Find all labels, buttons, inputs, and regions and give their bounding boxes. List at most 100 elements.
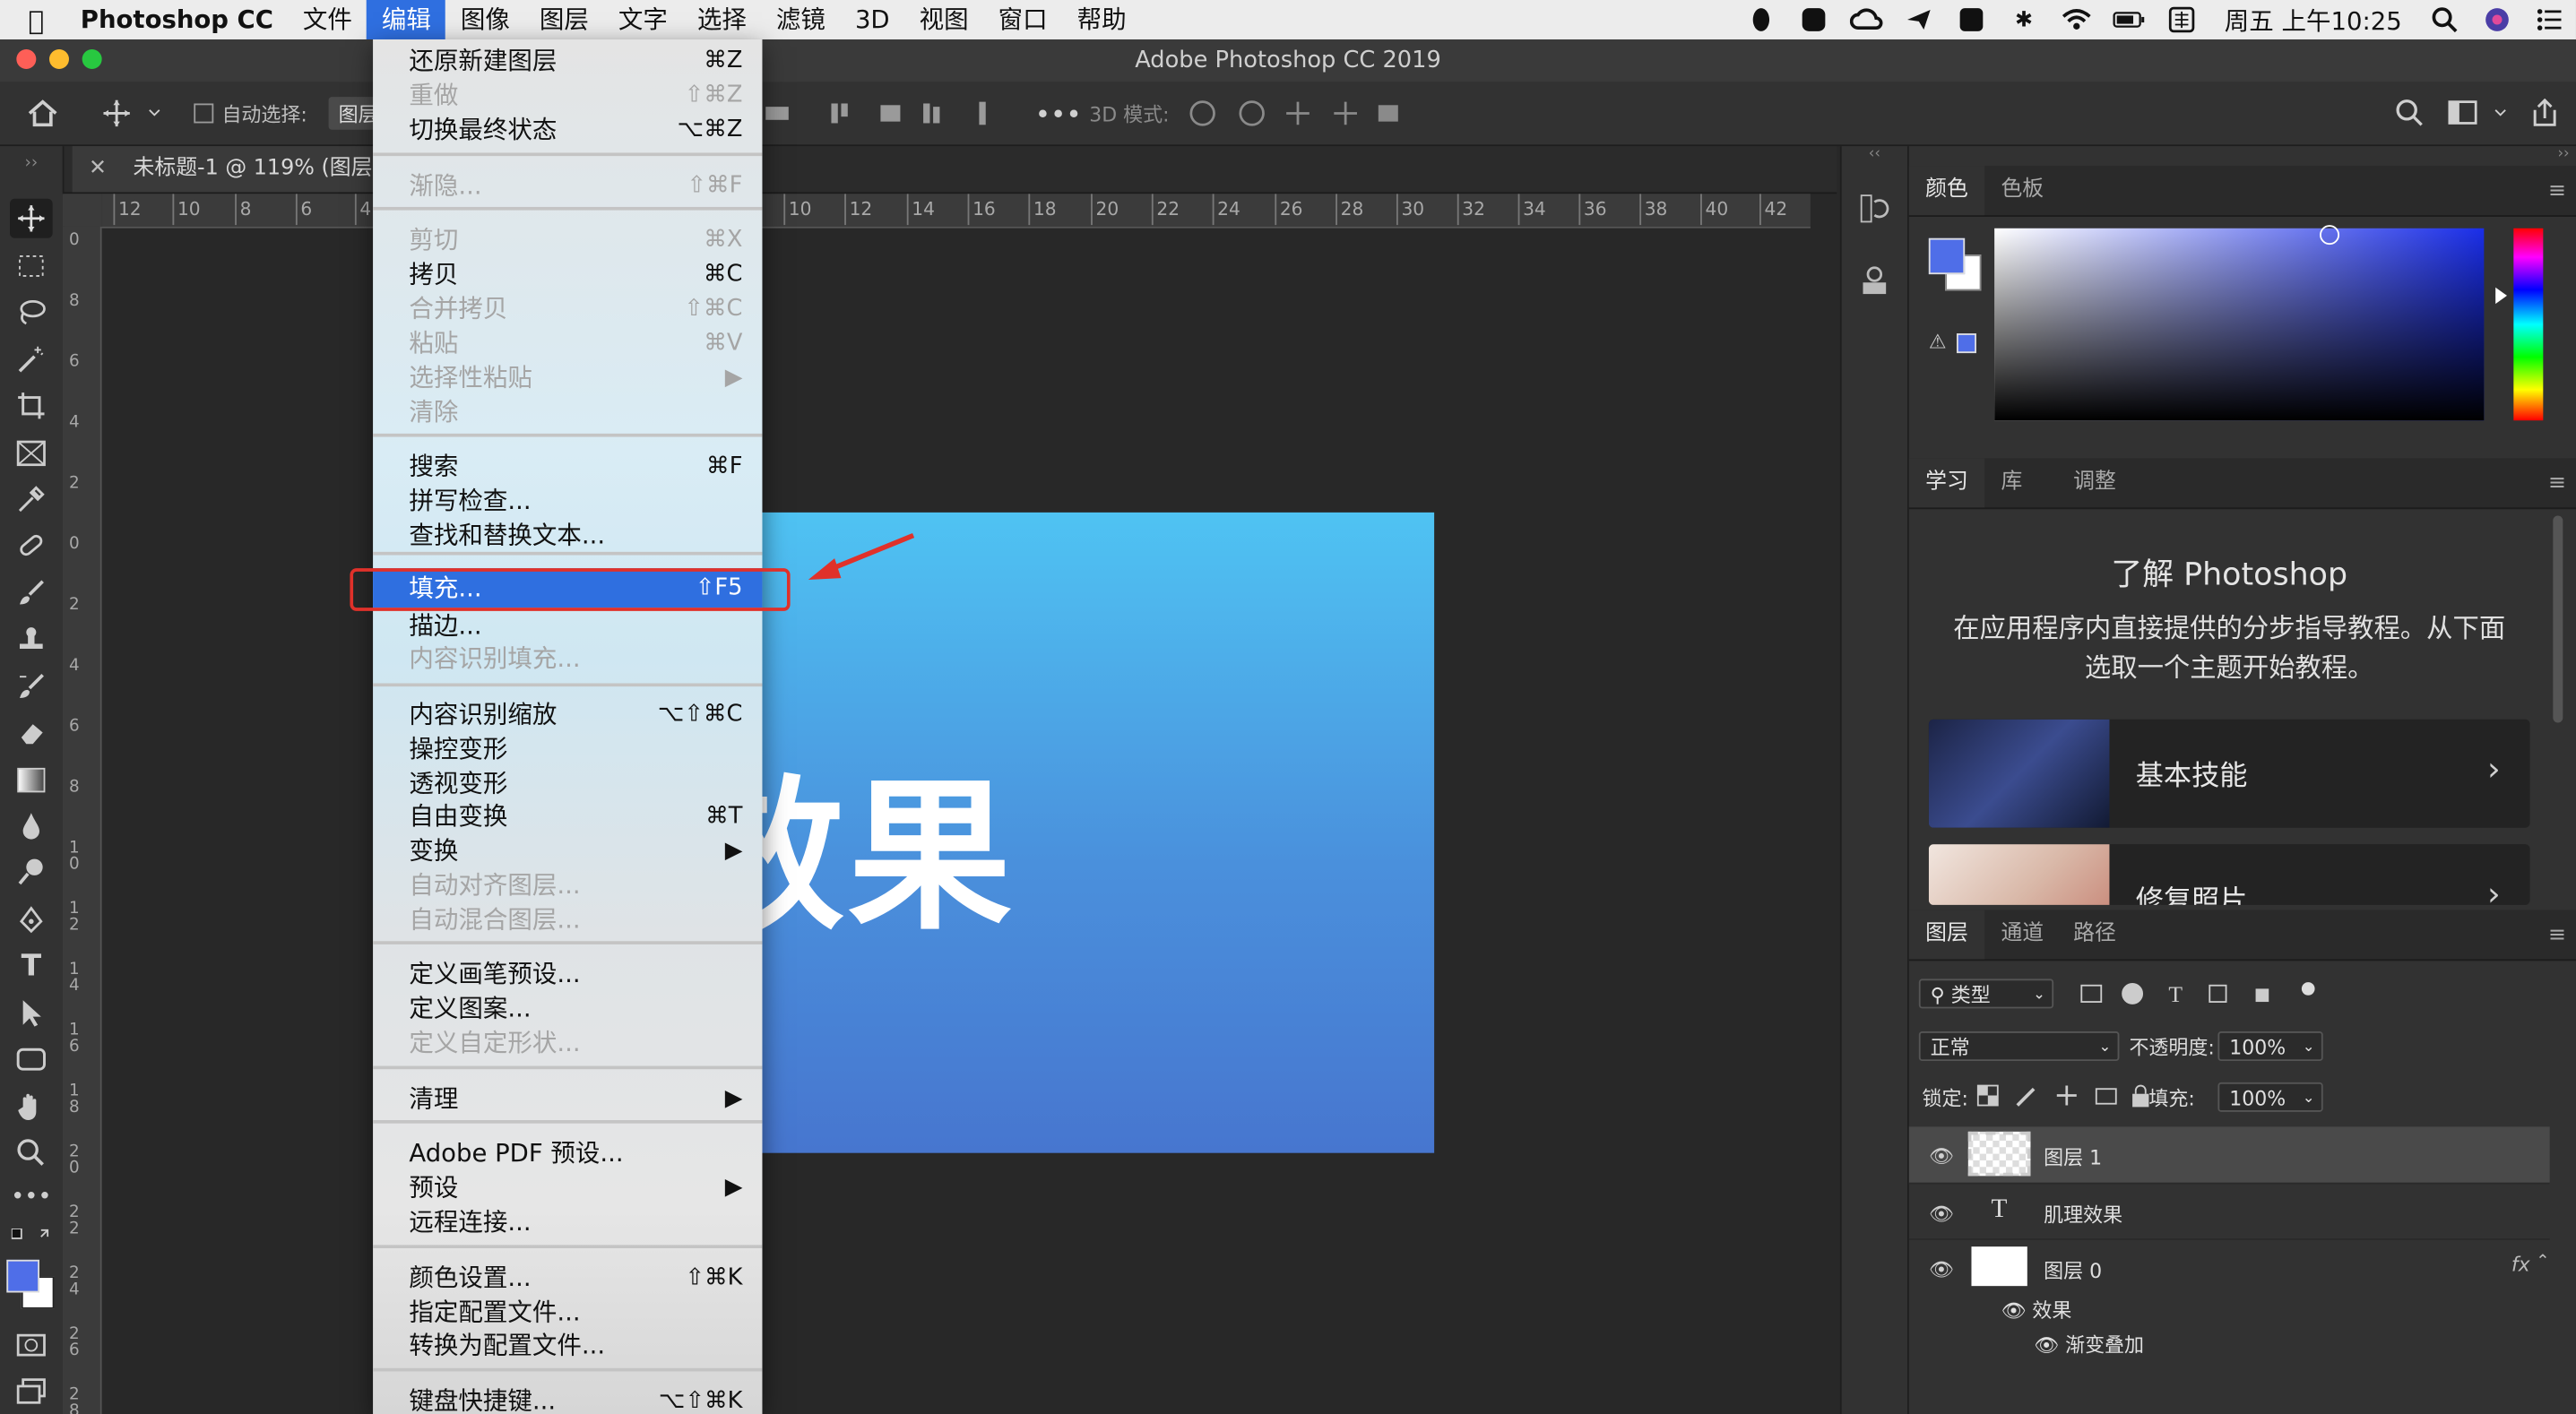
effect-item-row[interactable]: 👁 渐变叠加 bbox=[2034, 1331, 2144, 1358]
path-selection-tool-icon[interactable] bbox=[10, 994, 53, 1033]
menu-item[interactable]: 定义画笔预设... bbox=[373, 958, 762, 992]
eraser-tool-icon[interactable] bbox=[10, 712, 53, 752]
frame-tool-icon[interactable] bbox=[10, 434, 53, 473]
collapse-tools-icon[interactable]: ›› bbox=[10, 152, 53, 172]
3d-tools-icons[interactable] bbox=[1186, 97, 1416, 130]
brush-tool-icon[interactable] bbox=[10, 573, 53, 613]
properties-panel-icon[interactable] bbox=[1858, 264, 1891, 304]
tab-layers[interactable]: 图层 bbox=[1908, 910, 1985, 960]
input-method-icon[interactable] bbox=[2165, 6, 2199, 33]
gradient-tool-icon[interactable] bbox=[10, 761, 53, 800]
tab-libraries[interactable]: 库 bbox=[1984, 458, 2039, 507]
battery-icon[interactable] bbox=[2113, 6, 2146, 32]
blur-tool-icon[interactable] bbox=[10, 806, 53, 846]
menu-item[interactable]: 远程连接... bbox=[373, 1205, 762, 1239]
move-tool-preset-icon[interactable] bbox=[102, 97, 161, 130]
notification-center-icon[interactable] bbox=[2533, 6, 2566, 32]
app-icon[interactable] bbox=[1797, 6, 1830, 32]
menu-item[interactable]: 透视变形 bbox=[373, 767, 762, 801]
fill-field[interactable]: 100% ⌄ bbox=[2217, 1082, 2323, 1112]
eyedropper-tool-icon[interactable] bbox=[10, 479, 53, 519]
menu-item[interactable]: 描边... bbox=[373, 609, 762, 643]
menu-item[interactable]: 还原新建图层 ⌘Z bbox=[373, 44, 762, 78]
layer-row[interactable]: 👁 图层 1 bbox=[1908, 1126, 2550, 1185]
effects-row[interactable]: 👁 效果 bbox=[2001, 1296, 2071, 1323]
menu-item[interactable]: 自由变换 ⌘T bbox=[373, 800, 762, 834]
menu-window[interactable]: 窗口 bbox=[983, 0, 1062, 39]
visibility-eye-icon[interactable]: 👁 bbox=[1929, 1258, 1954, 1281]
chevron-up-icon[interactable]: ⌃ bbox=[2536, 1254, 2549, 1272]
magic-wand-tool-icon[interactable] bbox=[10, 340, 53, 379]
menu-item[interactable]: 拼写检查... bbox=[373, 485, 762, 519]
color-field[interactable] bbox=[1994, 228, 2485, 421]
learn-scrollbar[interactable] bbox=[2553, 515, 2563, 723]
tab-swatches[interactable]: 色板 bbox=[1984, 166, 2060, 215]
menu-item[interactable]: 变换 ▶ bbox=[373, 834, 762, 868]
move-tool-icon[interactable] bbox=[9, 198, 53, 238]
type-tool-icon[interactable]: T bbox=[10, 946, 53, 986]
menu-item[interactable]: 键盘快捷键... ⌥⇧⌘K bbox=[373, 1384, 762, 1414]
menu-item[interactable]: Adobe PDF 预设... bbox=[373, 1136, 762, 1170]
lasso-tool-icon[interactable] bbox=[10, 292, 53, 332]
tab-adjustments[interactable]: 调整 bbox=[2057, 458, 2132, 507]
opacity-field[interactable]: 100% ⌄ bbox=[2217, 1031, 2323, 1062]
share-icon[interactable] bbox=[2530, 97, 2560, 130]
canvas-area[interactable]: 理效果 bbox=[101, 228, 1811, 1414]
auto-select-checkbox[interactable]: 自动选择: bbox=[194, 97, 307, 130]
menu-item[interactable]: 切换最终状态 ⌥⌘Z bbox=[373, 113, 762, 147]
menu-item[interactable]: 拷贝 ⌘C bbox=[373, 258, 762, 292]
collapse-dock-icon[interactable]: ‹‹ bbox=[1842, 146, 1907, 162]
edit-toolbar-icon[interactable]: ••• bbox=[10, 1177, 53, 1217]
foreground-background-colors[interactable] bbox=[4, 1256, 55, 1312]
tab-color[interactable]: 颜色 bbox=[1908, 166, 1985, 216]
crop-tool-icon[interactable] bbox=[10, 386, 53, 426]
zoom-tool-icon[interactable] bbox=[10, 1134, 53, 1173]
tab-learn[interactable]: 学习 bbox=[1908, 458, 1985, 508]
menu-help[interactable]: 帮助 bbox=[1062, 0, 1141, 39]
panel-menu-icon[interactable]: ≡ bbox=[2548, 923, 2566, 947]
menu-item[interactable]: 定义图案... bbox=[373, 992, 762, 1026]
clock[interactable]: 周五 上午10:25 bbox=[2225, 3, 2402, 37]
menu-item[interactable]: 搜索 ⌘F bbox=[373, 450, 762, 484]
collapse-panels-icon[interactable]: ›› bbox=[2557, 146, 2569, 162]
close-tab-icon[interactable]: ✕ bbox=[89, 156, 107, 180]
menu-app-name[interactable]: Photoshop CC bbox=[65, 0, 288, 39]
tab-channels[interactable]: 通道 bbox=[1984, 910, 2060, 959]
layer-name[interactable]: 肌理效果 bbox=[2044, 1201, 2122, 1229]
creative-cloud-icon[interactable] bbox=[1849, 6, 1883, 32]
hue-slider-handle[interactable] bbox=[2495, 287, 2508, 305]
swap-colors-icon[interactable] bbox=[10, 1227, 53, 1246]
home-icon[interactable] bbox=[26, 97, 59, 130]
tab-paths[interactable]: 路径 bbox=[2057, 910, 2132, 959]
pen-tool-icon[interactable] bbox=[10, 900, 53, 939]
healing-brush-tool-icon[interactable] bbox=[10, 526, 53, 565]
workspace-icon[interactable] bbox=[2448, 97, 2513, 130]
layer-filter-dropdown[interactable]: ⚲ 类型 ⌄ bbox=[1918, 979, 2054, 1009]
blend-mode-dropdown[interactable]: 正常 ⌄ bbox=[1918, 1031, 2120, 1062]
menu-filter[interactable]: 滤镜 bbox=[761, 0, 840, 39]
menu-item[interactable]: 颜色设置... ⇧⌘K bbox=[373, 1262, 762, 1296]
horizontal-ruler[interactable]: 12 10 8 6 4 10 12 14 16 18 20 22 24 26 28 30 32 34 36 38 40 4… bbox=[101, 194, 1811, 228]
visibility-eye-icon[interactable]: 👁 bbox=[2034, 1333, 2059, 1357]
vertical-ruler[interactable]: 0 8 6 4 2 0 2 4 6 8 1 0 1 2 1 4 1 6 1 8 2 0 2 2 2 4 2 6 2 8 bbox=[62, 226, 102, 1414]
menu-3d[interactable]: 3D bbox=[840, 0, 904, 39]
sync-icon[interactable] bbox=[1955, 6, 1988, 32]
menu-image[interactable]: 图像 bbox=[445, 0, 524, 39]
menu-item[interactable]: 操控变形 bbox=[373, 732, 762, 766]
tutorial-card[interactable]: 修复照片 › bbox=[1928, 844, 2530, 905]
qq-icon[interactable] bbox=[1745, 6, 1778, 32]
layer-filter-icons[interactable]: T bbox=[2077, 980, 2323, 1013]
wifi-icon[interactable] bbox=[2060, 6, 2093, 32]
visibility-eye-icon[interactable]: 👁 bbox=[1929, 1203, 1954, 1226]
more-options-icon[interactable]: ••• bbox=[1035, 97, 1082, 130]
clone-stamp-tool-icon[interactable] bbox=[10, 619, 53, 659]
marquee-tool-icon[interactable] bbox=[10, 246, 53, 286]
visibility-eye-icon[interactable]: 👁 bbox=[2001, 1299, 2026, 1323]
menu-item[interactable]: 转换为配置文件... bbox=[373, 1329, 762, 1363]
menu-file[interactable]: 文件 bbox=[288, 0, 367, 39]
history-brush-tool-icon[interactable] bbox=[10, 667, 53, 706]
history-panel-icon[interactable] bbox=[1858, 192, 1891, 231]
menu-view[interactable]: 视图 bbox=[904, 0, 983, 39]
apple-icon[interactable]:  bbox=[20, 4, 53, 36]
layer-name[interactable]: 图层 0 bbox=[2044, 1256, 2102, 1284]
